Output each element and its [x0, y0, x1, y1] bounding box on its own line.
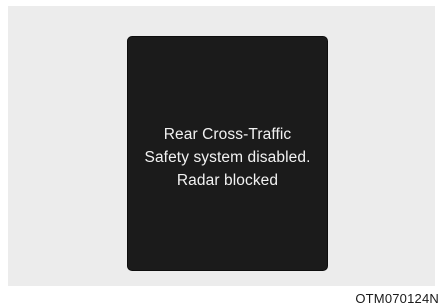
warning-message-line: Rear Cross-Traffic: [163, 126, 292, 143]
warning-message-line: Radar blocked: [176, 172, 279, 189]
warning-message: Rear Cross-Traffic Safety system disable…: [145, 123, 311, 192]
cluster-display-screen: Rear Cross-Traffic Safety system disable…: [128, 37, 327, 270]
figure-code-label: OTM070124N: [355, 291, 439, 306]
warning-message-line: Safety system disabled.: [144, 149, 311, 166]
